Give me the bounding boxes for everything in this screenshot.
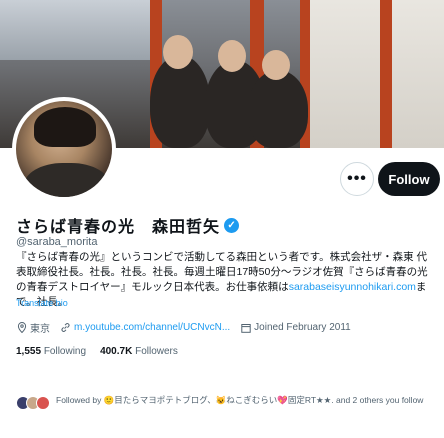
follower-avatar bbox=[36, 396, 50, 410]
banner-face bbox=[218, 40, 246, 72]
location-pin-icon bbox=[16, 322, 27, 333]
username-handle: @saraba_morita bbox=[16, 236, 98, 248]
banner-face bbox=[262, 50, 290, 80]
profile-name-row: さらば青春の光 森田哲矢 ✓ bbox=[16, 213, 240, 237]
banner-pillar bbox=[380, 0, 392, 148]
location-item: 東京 bbox=[16, 320, 50, 335]
follow-button[interactable]: Follow bbox=[378, 162, 440, 196]
website-link[interactable]: m.youtube.com/channel/UCNvcN... bbox=[74, 322, 230, 333]
following-link[interactable]: 1,555 Following bbox=[16, 346, 86, 357]
followers-label: Followers bbox=[135, 346, 178, 357]
followers-link[interactable]: 400.7K Followers bbox=[100, 346, 178, 357]
location-text: 東京 bbox=[30, 324, 50, 335]
display-name: さらば青春の光 森田哲矢 bbox=[16, 219, 221, 236]
verified-badge-icon: ✓ bbox=[224, 217, 240, 233]
banner-face bbox=[163, 35, 193, 69]
link-icon bbox=[60, 322, 71, 333]
bio-link[interactable]: sarabaseisyunnohikari.com bbox=[289, 281, 416, 293]
banner-wall bbox=[300, 0, 444, 148]
avatar-body bbox=[24, 163, 110, 197]
follower-avatars bbox=[16, 394, 50, 410]
follow-stats: 1,555 Following 400.7K Followers bbox=[16, 346, 178, 357]
followers-count: 400.7K bbox=[100, 346, 133, 357]
following-label: Following bbox=[43, 346, 87, 357]
joined-date: Joined February 2011 bbox=[254, 322, 351, 333]
joined-item: Joined February 2011 bbox=[240, 322, 351, 333]
translate-bio-link[interactable]: Translate bio bbox=[16, 298, 68, 308]
profile-bio: 『さらば青春の光』というコンビで活動してる森田という者です。株式会社ザ・森東 代… bbox=[16, 250, 434, 310]
following-count: 1,555 bbox=[16, 346, 42, 357]
banner-sky bbox=[0, 0, 160, 60]
banner-person bbox=[248, 70, 308, 148]
calendar-icon bbox=[240, 322, 251, 333]
profile-meta: 東京 m.youtube.com/channel/UCNvcN... Joine… bbox=[16, 320, 351, 335]
more-options-button[interactable]: ••• bbox=[340, 162, 374, 196]
banner-person bbox=[150, 55, 210, 148]
followed-by-section[interactable]: Followed by 🙂目たらマヨポテトブログ、😺ねこぎむらい💖固定RT★★.… bbox=[16, 394, 436, 410]
followed-by-text: Followed by 🙂目たらマヨポテトブログ、😺ねこぎむらい💖固定RT★★.… bbox=[56, 395, 424, 405]
profile-avatar[interactable] bbox=[12, 97, 116, 201]
avatar-hair bbox=[34, 107, 96, 147]
website-item[interactable]: m.youtube.com/channel/UCNvcN... bbox=[60, 322, 230, 333]
